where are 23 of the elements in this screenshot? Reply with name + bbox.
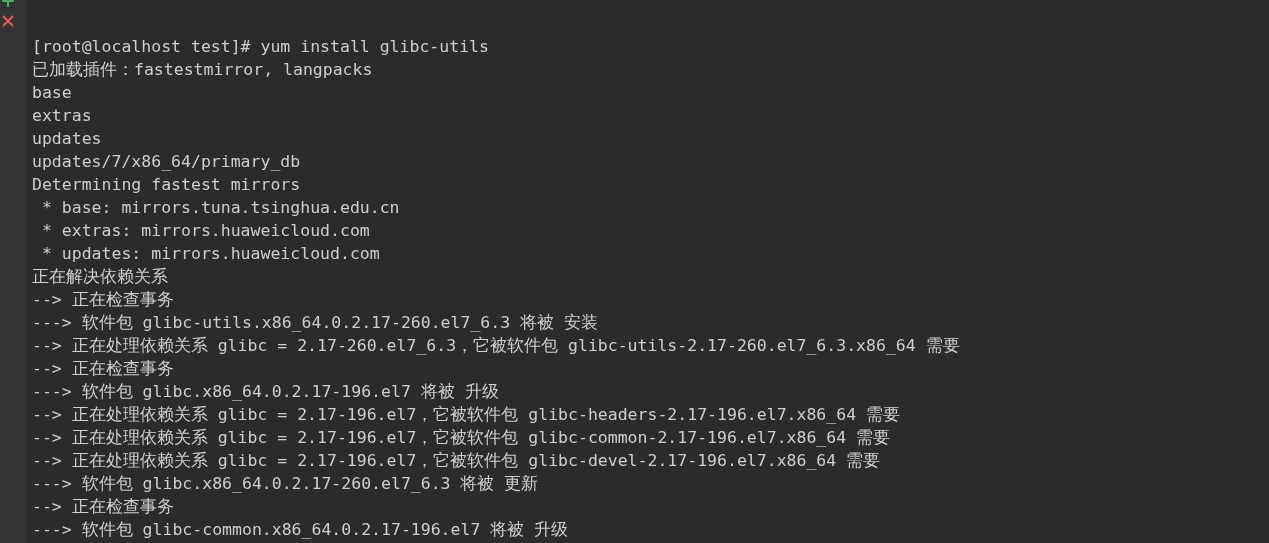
terminal-line: 已加载插件：fastestmirror, langpacks (32, 59, 373, 81)
terminal-line: --> 正在处理依赖关系 glibc = 2.17-196.el7，它被软件包 glibc-common-2.17-196.el7.x86_64 需要 (32, 427, 891, 449)
terminal-line: updates (32, 128, 102, 150)
close-icon[interactable] (1, 15, 14, 27)
terminal-line: 正在解决依赖关系 (32, 266, 168, 288)
terminal-line: updates/7/x86_64/primary_db (32, 151, 301, 173)
terminal-line: ---> 软件包 glibc.x86_64.0.2.17-196.el7 将被 升级 (32, 381, 499, 403)
terminal-line: --> 正在检查事务 (32, 358, 174, 380)
terminal-line: base (32, 82, 72, 104)
terminal-line: * updates: mirrors.huaweicloud.com (40, 243, 380, 265)
terminal-line: Determining fastest mirrors (32, 174, 301, 196)
terminal-line: --> 正在检查事务 (32, 289, 174, 311)
terminal-line: --> 正在处理依赖关系 glibc = 2.17-260.el7_6.3，它被软件包 glibc-utils-2.17-260.el7_6.3.x86_64 需要 (32, 335, 960, 357)
terminal-line: ---> 软件包 glibc.x86_64.0.2.17-260.el7_6.3 将被 更新 (32, 473, 539, 495)
terminal-line: ---> 软件包 glibc-common.x86_64.0.2.17-196.el7 将被 升级 (32, 519, 569, 541)
terminal-line: extras (32, 105, 92, 127)
terminal-line: --> 正在处理依赖关系 glibc = 2.17-196.el7，它被软件包 glibc-devel-2.17-196.el7.x86_64 需要 (32, 450, 881, 472)
terminal-line: ---> 软件包 glibc-utils.x86_64.0.2.17-260.el7_6.3 将被 安装 (32, 312, 599, 334)
terminal-line: --> 正在处理依赖关系 glibc = 2.17-196.el7，它被软件包 glibc-headers-2.17-196.el7.x86_64 需要 (32, 404, 901, 426)
terminal-line: * extras: mirrors.huaweicloud.com (40, 220, 370, 242)
terminal-line: [root@localhost test]# yum install glibc-utils (32, 36, 489, 58)
terminal-line: * base: mirrors.tuna.tsinghua.edu.cn (40, 197, 400, 219)
terminal-line: --> 正在检查事务 (32, 496, 174, 518)
